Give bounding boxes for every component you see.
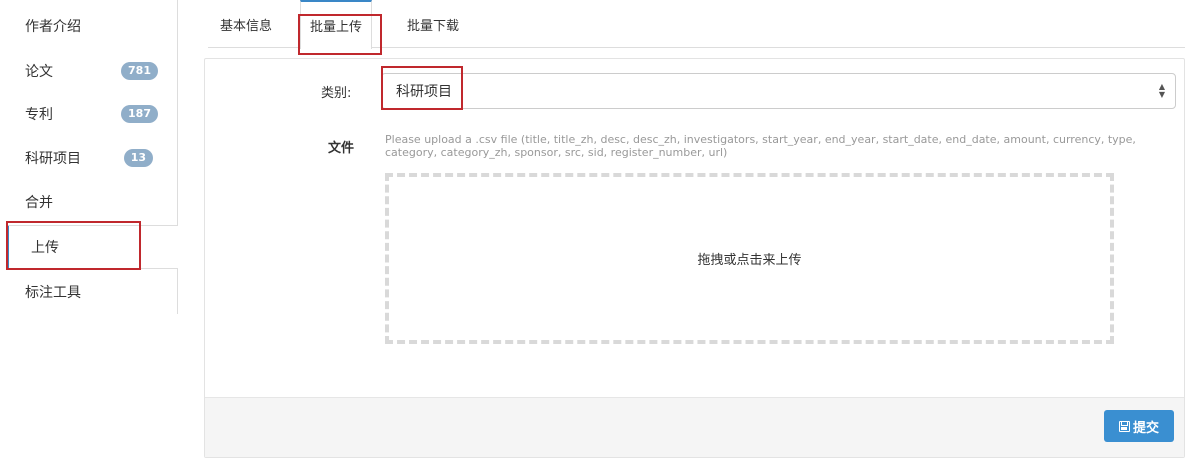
sidebar-item-projects[interactable]: 科研项目 13 bbox=[0, 136, 178, 180]
sidebar-item-patents[interactable]: 专利 187 bbox=[0, 92, 178, 136]
upload-form-panel: 类别: 科研项目 ▲ ▼ 文件 Please upload a .csv file… bbox=[204, 58, 1185, 458]
sidebar-divider bbox=[177, 268, 178, 314]
sidebar-item-papers[interactable]: 论文 781 bbox=[0, 49, 178, 93]
sidebar-item-label: 合并 bbox=[25, 195, 53, 211]
tab-label: 批量上传 bbox=[309, 20, 362, 35]
submit-label: 提交 bbox=[1132, 420, 1159, 436]
sidebar-item-annotation-tool[interactable]: 标注工具 bbox=[0, 270, 178, 314]
tab-bar: 基本信息 批量上传 批量下载 bbox=[208, 0, 1185, 49]
sidebar-item-label: 专利 bbox=[25, 107, 53, 123]
sidebar-item-author-intro[interactable]: 作者介绍 bbox=[0, 4, 178, 48]
tab-label: 基本信息 bbox=[219, 18, 272, 34]
sidebar-item-upload[interactable]: 上传 bbox=[6, 225, 178, 269]
category-label: 类别: bbox=[321, 86, 352, 101]
sidebar-item-merge[interactable]: 合并 bbox=[0, 180, 178, 224]
tab-bulk-upload[interactable]: 批量上传 bbox=[300, 0, 372, 49]
sidebar-divider bbox=[177, 0, 178, 226]
file-dropzone[interactable]: 拖拽或点击来上传 bbox=[385, 173, 1114, 344]
sidebar-item-label: 上传 bbox=[31, 240, 59, 256]
sidebar-item-label: 科研项目 bbox=[25, 151, 81, 167]
category-selected-value: 科研项目 bbox=[396, 84, 452, 100]
count-badge: 781 bbox=[121, 62, 158, 80]
submit-button[interactable]: 提交 bbox=[1104, 410, 1174, 442]
tab-label: 批量下载 bbox=[406, 18, 459, 34]
sidebar-item-label: 作者介绍 bbox=[25, 19, 81, 35]
save-icon bbox=[1118, 420, 1130, 432]
category-select[interactable]: 科研项目 ▲ ▼ bbox=[381, 73, 1176, 109]
select-arrows-icon: ▲ ▼ bbox=[1158, 82, 1165, 99]
count-badge: 187 bbox=[121, 105, 158, 123]
sidebar-item-label: 标注工具 bbox=[25, 285, 81, 301]
dropzone-text: 拖拽或点击来上传 bbox=[697, 253, 802, 268]
tab-bulk-download[interactable]: 批量下载 bbox=[390, 0, 476, 48]
file-label: 文件 bbox=[328, 141, 355, 156]
count-badge: 13 bbox=[123, 149, 153, 167]
sidebar-item-label: 论文 bbox=[25, 64, 53, 80]
file-help-text: Please upload a .csv file (title, title_… bbox=[385, 133, 1136, 159]
tab-basic-info[interactable]: 基本信息 bbox=[208, 0, 284, 48]
panel-footer: 提交 bbox=[205, 397, 1184, 457]
